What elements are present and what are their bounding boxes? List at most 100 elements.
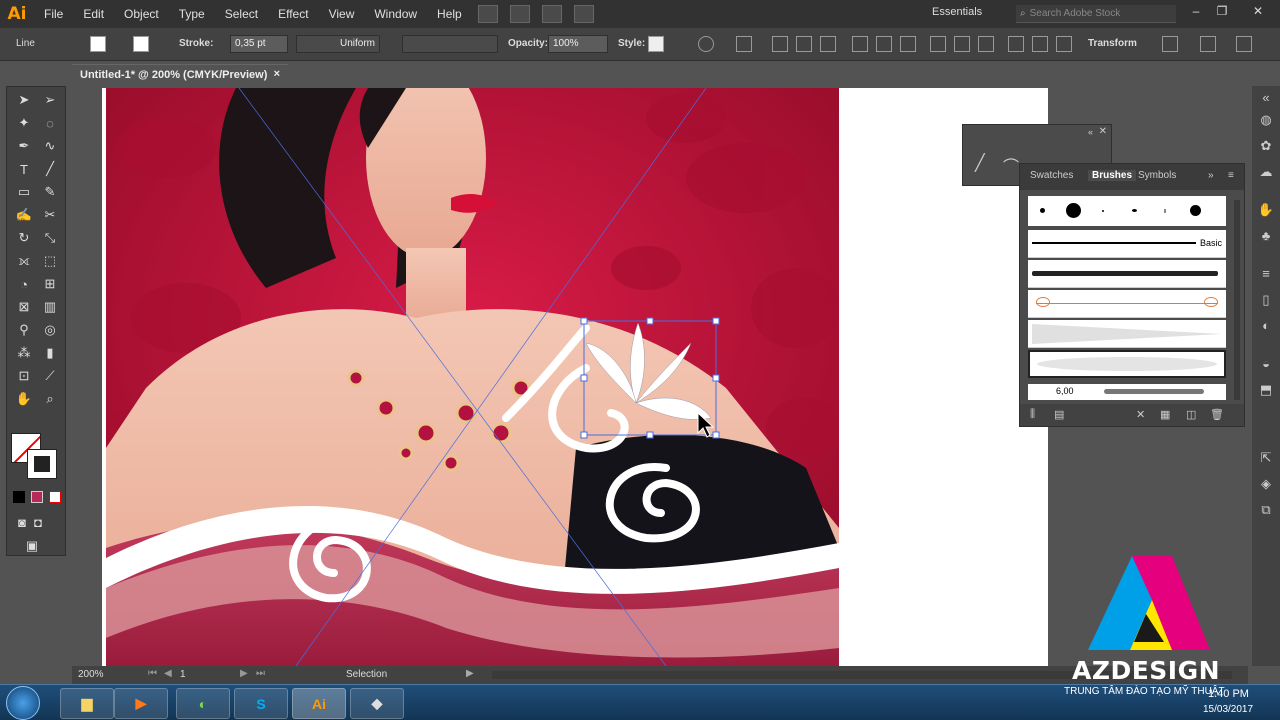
delete-brush-icon[interactable]: 🗑: [1210, 408, 1224, 421]
direct-selection-tool-icon[interactable]: ➢: [39, 89, 61, 111]
scale-tool-icon[interactable]: ⤡: [39, 227, 61, 249]
none-mode-icon[interactable]: [49, 491, 61, 503]
line-tool-icon[interactable]: ╱: [39, 158, 61, 180]
draw-behind-icon[interactable]: ◘: [27, 511, 49, 533]
align-right-icon[interactable]: [820, 36, 836, 52]
stock-icon[interactable]: [509, 5, 530, 23]
appearance-panel-icon[interactable]: ◒: [1257, 356, 1275, 374]
hand-tool-icon[interactable]: ✋: [13, 388, 35, 410]
distribute-middle-icon[interactable]: [954, 36, 970, 52]
artboard-prev-icon[interactable]: ◀: [164, 668, 172, 679]
menu-view[interactable]: View: [319, 0, 365, 28]
fill-stroke-widget[interactable]: [11, 433, 59, 481]
minimize-icon[interactable]: –: [1186, 4, 1206, 22]
symbol-sprayer-tool-icon[interactable]: ⁂: [13, 342, 35, 364]
symbols-dock-icon[interactable]: ♣: [1257, 228, 1275, 246]
menu-type[interactable]: Type: [169, 0, 215, 28]
skype-taskbar-icon[interactable]: S: [234, 688, 288, 719]
collapse-icon[interactable]: «: [1088, 127, 1093, 137]
shaper-tool-icon[interactable]: ✍: [13, 204, 35, 226]
brush-dot-3[interactable]: [1102, 210, 1104, 212]
brush-stroke-icon[interactable]: ╱: [975, 153, 985, 173]
artboard-number[interactable]: 1: [180, 669, 186, 680]
width-tool-icon[interactable]: ⟗: [13, 250, 35, 272]
align-middle-icon[interactable]: [876, 36, 892, 52]
expand-panel-icon[interactable]: »: [1208, 170, 1214, 181]
brush-dot-5[interactable]: [1164, 209, 1166, 213]
scissors-tool-icon[interactable]: ✂: [39, 204, 61, 226]
tab-brushes[interactable]: Brushes: [1088, 170, 1137, 181]
align-left-icon[interactable]: [772, 36, 788, 52]
lasso-tool-icon[interactable]: ◌: [39, 112, 61, 134]
libraries-icon[interactable]: ☁: [1257, 164, 1275, 182]
workspace-switcher[interactable]: Essentials: [932, 6, 982, 18]
type-tool-icon[interactable]: T: [13, 158, 35, 180]
illustrator-taskbar-icon[interactable]: Ai: [292, 688, 346, 719]
close-tab-icon[interactable]: ×: [274, 68, 280, 80]
shape-builder-tool-icon[interactable]: ◔: [13, 273, 35, 295]
zoom-level[interactable]: 200%: [78, 669, 138, 680]
mesh-tool-icon[interactable]: ⊠: [13, 296, 35, 318]
clock-date[interactable]: 15/03/2017: [1203, 704, 1253, 715]
media-player-taskbar-icon[interactable]: ▶: [114, 688, 168, 719]
menu-object[interactable]: Object: [114, 0, 169, 28]
panel-menu-icon[interactable]: [1236, 36, 1252, 52]
paintbrush-tool-icon[interactable]: ✎: [39, 181, 61, 203]
brush-size-row[interactable]: 6,00: [1028, 384, 1226, 400]
fill-color-mode-icon[interactable]: [13, 491, 25, 503]
graphic-style-swatch[interactable]: [648, 36, 664, 52]
isolate-group-icon[interactable]: [1200, 36, 1216, 52]
status-menu-icon[interactable]: ▶: [466, 668, 474, 679]
layers-icon[interactable]: ◈: [1257, 476, 1275, 494]
gradient-mode-icon[interactable]: [31, 491, 43, 503]
align-to-icon[interactable]: [736, 36, 752, 52]
distribute-left-icon[interactable]: [1008, 36, 1024, 52]
artboards-icon[interactable]: ⧉: [1257, 502, 1275, 520]
brush-dot-6[interactable]: [1190, 205, 1201, 216]
recolor-artwork-icon[interactable]: [698, 36, 714, 52]
brush-taper[interactable]: [1028, 320, 1226, 348]
opacity-input[interactable]: 100%: [548, 35, 608, 53]
perspective-grid-tool-icon[interactable]: ⊞: [39, 273, 61, 295]
arrange-documents-icon[interactable]: [541, 5, 562, 23]
menu-edit[interactable]: Edit: [73, 0, 114, 28]
menu-effect[interactable]: Effect: [268, 0, 318, 28]
graphic-styles-icon[interactable]: ⬒: [1257, 382, 1275, 400]
stroke-swatch-tool[interactable]: [27, 449, 57, 479]
export-icon[interactable]: ⇱: [1257, 450, 1275, 468]
document-tab[interactable]: Untitled-1* @ 200% (CMYK/Preview) ×: [72, 64, 288, 86]
flip-icon[interactable]: [1162, 36, 1178, 52]
zoom-tool-icon[interactable]: ⌕: [39, 388, 61, 410]
artboard-first-icon[interactable]: ⏮: [148, 668, 157, 679]
tab-symbols[interactable]: Symbols: [1138, 170, 1176, 181]
explorer-taskbar-icon[interactable]: ▆: [60, 688, 114, 719]
column-graph-tool-icon[interactable]: ▮: [39, 342, 61, 364]
align-top-icon[interactable]: [852, 36, 868, 52]
brush-curve-icon[interactable]: ⌒: [1003, 153, 1019, 177]
bridge-icon[interactable]: [477, 5, 498, 23]
distribute-center-icon[interactable]: [1032, 36, 1048, 52]
align-center-icon[interactable]: [796, 36, 812, 52]
menu-select[interactable]: Select: [215, 0, 268, 28]
options-of-selected-icon[interactable]: ▦: [1160, 408, 1170, 421]
artboard-tool-icon[interactable]: ⊡: [13, 365, 35, 387]
close-panel-icon[interactable]: ✕: [1099, 126, 1107, 137]
menu-file[interactable]: File: [34, 0, 73, 28]
artboard-next-icon[interactable]: ▶: [240, 668, 248, 679]
app-taskbar-icon[interactable]: ◆: [350, 688, 404, 719]
stroke-swatch[interactable]: [133, 36, 149, 52]
distribute-bottom-icon[interactable]: [978, 36, 994, 52]
gradient-panel-icon[interactable]: ▯: [1257, 292, 1275, 310]
brushes-dock-icon[interactable]: ✋: [1257, 202, 1275, 220]
pen-tool-icon[interactable]: ✒: [13, 135, 35, 157]
transparency-panel-icon[interactable]: ◐: [1257, 318, 1275, 336]
start-button[interactable]: [6, 686, 40, 720]
brush-decorative[interactable]: [1028, 290, 1226, 318]
magic-wand-tool-icon[interactable]: ✦: [13, 112, 35, 134]
eyedropper-tool-icon[interactable]: ⚲: [13, 319, 35, 341]
menu-help[interactable]: Help: [427, 0, 472, 28]
close-icon[interactable]: ✕: [1248, 4, 1268, 22]
distribute-top-icon[interactable]: [930, 36, 946, 52]
artboard-last-icon[interactable]: ⏭: [256, 668, 265, 679]
transform-button[interactable]: Transform: [1088, 38, 1137, 49]
